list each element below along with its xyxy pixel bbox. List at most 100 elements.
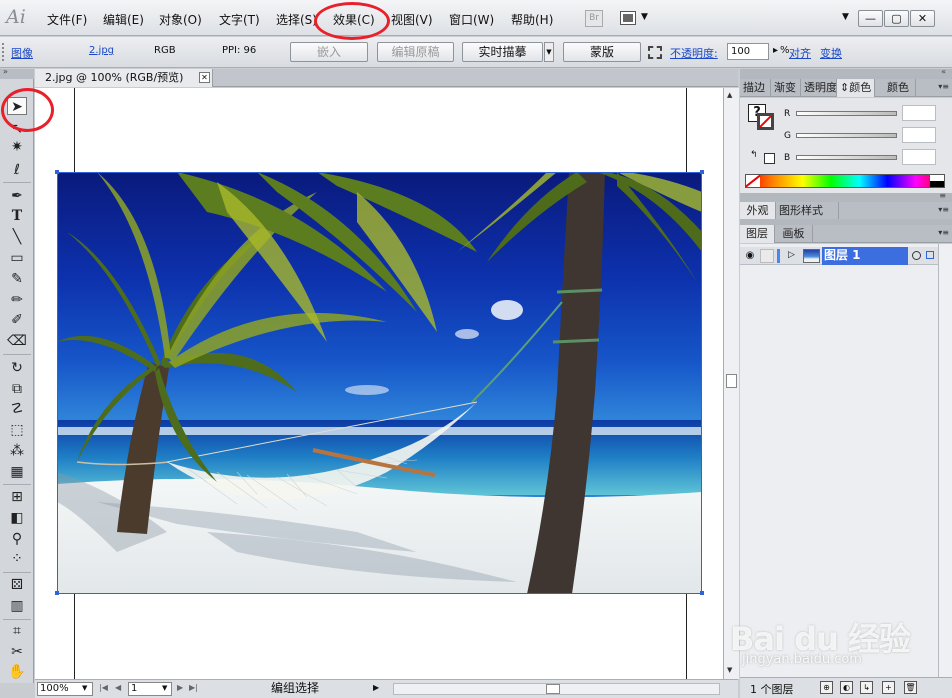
blob-brush-tool-icon[interactable]: ✐ — [7, 311, 27, 329]
tab-color[interactable]: ⇕颜色 — [837, 79, 875, 97]
live-trace-button[interactable]: 实时描摹 — [462, 42, 543, 62]
lasso-tool-icon[interactable]: ℓ — [7, 161, 27, 179]
tab-appearance[interactable]: 外观 — [740, 202, 776, 220]
live-trace-dropdown[interactable]: ▼ — [544, 42, 554, 62]
menu-window[interactable]: 窗口(W) — [449, 11, 494, 28]
expand-triangle-icon[interactable]: ▷ — [788, 250, 795, 260]
menu-type[interactable]: 文字(T) — [219, 11, 260, 28]
object-type-link[interactable]: 图像 — [11, 45, 33, 61]
warp-tool-icon[interactable]: ☡ — [7, 400, 27, 418]
menu-file[interactable]: 文件(F) — [47, 11, 87, 28]
scale-tool-icon[interactable]: ⧉ — [7, 380, 27, 398]
eye-icon[interactable]: ◉ — [743, 249, 757, 263]
scroll-up-icon[interactable]: ▲ — [727, 91, 732, 99]
blend-tool-icon[interactable]: ⁘ — [7, 550, 27, 568]
hand-tool-icon[interactable]: ✋ — [7, 663, 27, 681]
line-tool-icon[interactable]: ╲ — [7, 228, 27, 246]
stroke-swatch-icon[interactable] — [757, 113, 774, 130]
rectangle-tool-icon[interactable]: ▭ — [7, 249, 27, 267]
delete-layer-icon[interactable]: 🗑 — [904, 681, 917, 694]
resize-handle[interactable] — [700, 170, 704, 174]
bridge-button[interactable]: Br — [585, 10, 603, 27]
tab-color-guide[interactable]: 颜色 — [884, 79, 916, 97]
tab-gradient[interactable]: 渐变 — [771, 79, 801, 97]
edit-original-button[interactable]: 编辑原稿 — [377, 42, 454, 62]
first-page-icon[interactable]: |◀ — [99, 683, 108, 692]
image-bounding-box[interactable] — [57, 172, 702, 594]
menu-view[interactable]: 视图(V) — [391, 11, 433, 28]
align-link[interactable]: 对齐 — [789, 45, 811, 61]
selection-indicator[interactable] — [926, 251, 934, 259]
collapse-icon[interactable]: » — [3, 67, 8, 76]
swap-icon[interactable]: ↰ — [750, 150, 758, 160]
close-button[interactable]: ✕ — [910, 10, 935, 27]
menu-edit[interactable]: 编辑(E) — [103, 11, 144, 28]
panel-menu-icon[interactable]: ▾≡ — [938, 205, 949, 214]
rotate-tool-icon[interactable]: ↻ — [7, 359, 27, 377]
menu-help[interactable]: 帮助(H) — [511, 11, 553, 28]
next-page-icon[interactable]: ▶ — [177, 683, 183, 692]
slice-tool-icon[interactable]: ✂ — [7, 643, 27, 661]
none-swatch-icon[interactable] — [746, 175, 760, 187]
tab-stroke[interactable]: 描边 — [740, 79, 771, 97]
arrange-documents-button[interactable]: ▼ — [620, 10, 654, 27]
channel-b-slider[interactable] — [796, 155, 897, 160]
tab-transparency[interactable]: 透明度 — [801, 79, 837, 97]
collapse-icon[interactable]: ≡ — [939, 191, 946, 200]
fill-stroke-swatches[interactable]: ? — [748, 104, 776, 132]
document-canvas[interactable] — [35, 88, 723, 679]
magic-wand-tool-icon[interactable]: ✷ — [7, 138, 27, 156]
pencil-tool-icon[interactable]: ✏ — [7, 291, 27, 309]
column-graph-tool-icon[interactable]: ▥ — [7, 597, 27, 615]
collapse-icon[interactable]: « — [941, 67, 946, 76]
opacity-input[interactable]: 100 — [727, 43, 769, 60]
workspace-dropdown-icon[interactable]: ▼ — [842, 12, 849, 22]
mesh-tool-icon[interactable]: ⊞ — [7, 488, 27, 506]
target-icon[interactable] — [912, 251, 921, 260]
eyedropper-tool-icon[interactable]: ⚲ — [7, 530, 27, 548]
layer-name[interactable]: 图层 1 — [822, 247, 908, 265]
chevron-down-icon[interactable]: ▼ — [162, 684, 167, 692]
paintbrush-tool-icon[interactable]: ✎ — [7, 270, 27, 288]
grip-handle[interactable] — [2, 43, 6, 61]
free-transform-tool-icon[interactable]: ⬚ — [7, 421, 27, 439]
status-menu-icon[interactable]: ▶ — [373, 683, 379, 692]
tab-graphic-styles[interactable]: 图形样式 — [776, 202, 839, 220]
chevron-down-icon[interactable]: ▼ — [82, 684, 87, 692]
panel-menu-icon[interactable]: ▾≡ — [938, 82, 949, 91]
channel-r-slider[interactable] — [796, 111, 897, 116]
black-white-swatch-icon[interactable] — [929, 175, 944, 187]
prev-page-icon[interactable]: ◀ — [115, 683, 121, 692]
close-icon[interactable]: ✕ — [199, 72, 210, 83]
mask-button[interactable]: 蒙版 — [563, 42, 641, 62]
type-tool-icon[interactable]: T — [7, 207, 27, 225]
channel-g-input[interactable] — [902, 127, 936, 143]
embed-button[interactable]: 嵌入 — [290, 42, 368, 62]
resize-handle[interactable] — [700, 591, 704, 595]
last-page-icon[interactable]: ▶| — [189, 683, 198, 692]
horizontal-scrollbar[interactable] — [393, 683, 720, 695]
resize-handle[interactable] — [55, 591, 59, 595]
tools-panel-header[interactable]: » — [0, 67, 34, 79]
default-colors-icon[interactable] — [764, 153, 775, 164]
tab-layers[interactable]: 图层 — [740, 225, 775, 243]
symbol-tool-icon[interactable]: ⚄ — [7, 576, 27, 594]
layers-scrollbar[interactable] — [938, 244, 952, 677]
new-sublayer-icon[interactable]: ↳ — [860, 681, 873, 694]
opacity-link[interactable]: 不透明度: — [670, 45, 718, 61]
menu-select[interactable]: 选择(S) — [276, 11, 317, 28]
vertical-scrollbar[interactable]: ▲ ▼ — [723, 88, 739, 679]
gradient-tool-icon[interactable]: ◧ — [7, 509, 27, 527]
restore-button[interactable]: ▢ — [884, 10, 909, 27]
lock-toggle[interactable] — [760, 249, 774, 263]
menu-object[interactable]: 对象(O) — [159, 11, 202, 28]
scroll-down-icon[interactable]: ▼ — [727, 666, 732, 674]
make-clipping-mask-icon[interactable]: ◐ — [840, 681, 853, 694]
document-tab[interactable]: 2.jpg @ 100% (RGB/预览) ✕ — [35, 69, 213, 87]
channel-b-input[interactable] — [902, 149, 936, 165]
symbol-sprayer-tool-icon[interactable]: ⁂ — [7, 442, 27, 460]
layer-row[interactable]: ◉ ▷ 图层 1 — [740, 247, 952, 265]
color-spectrum[interactable] — [745, 174, 945, 188]
transform-link[interactable]: 变换 — [820, 45, 842, 61]
channel-g-slider[interactable] — [796, 133, 897, 138]
